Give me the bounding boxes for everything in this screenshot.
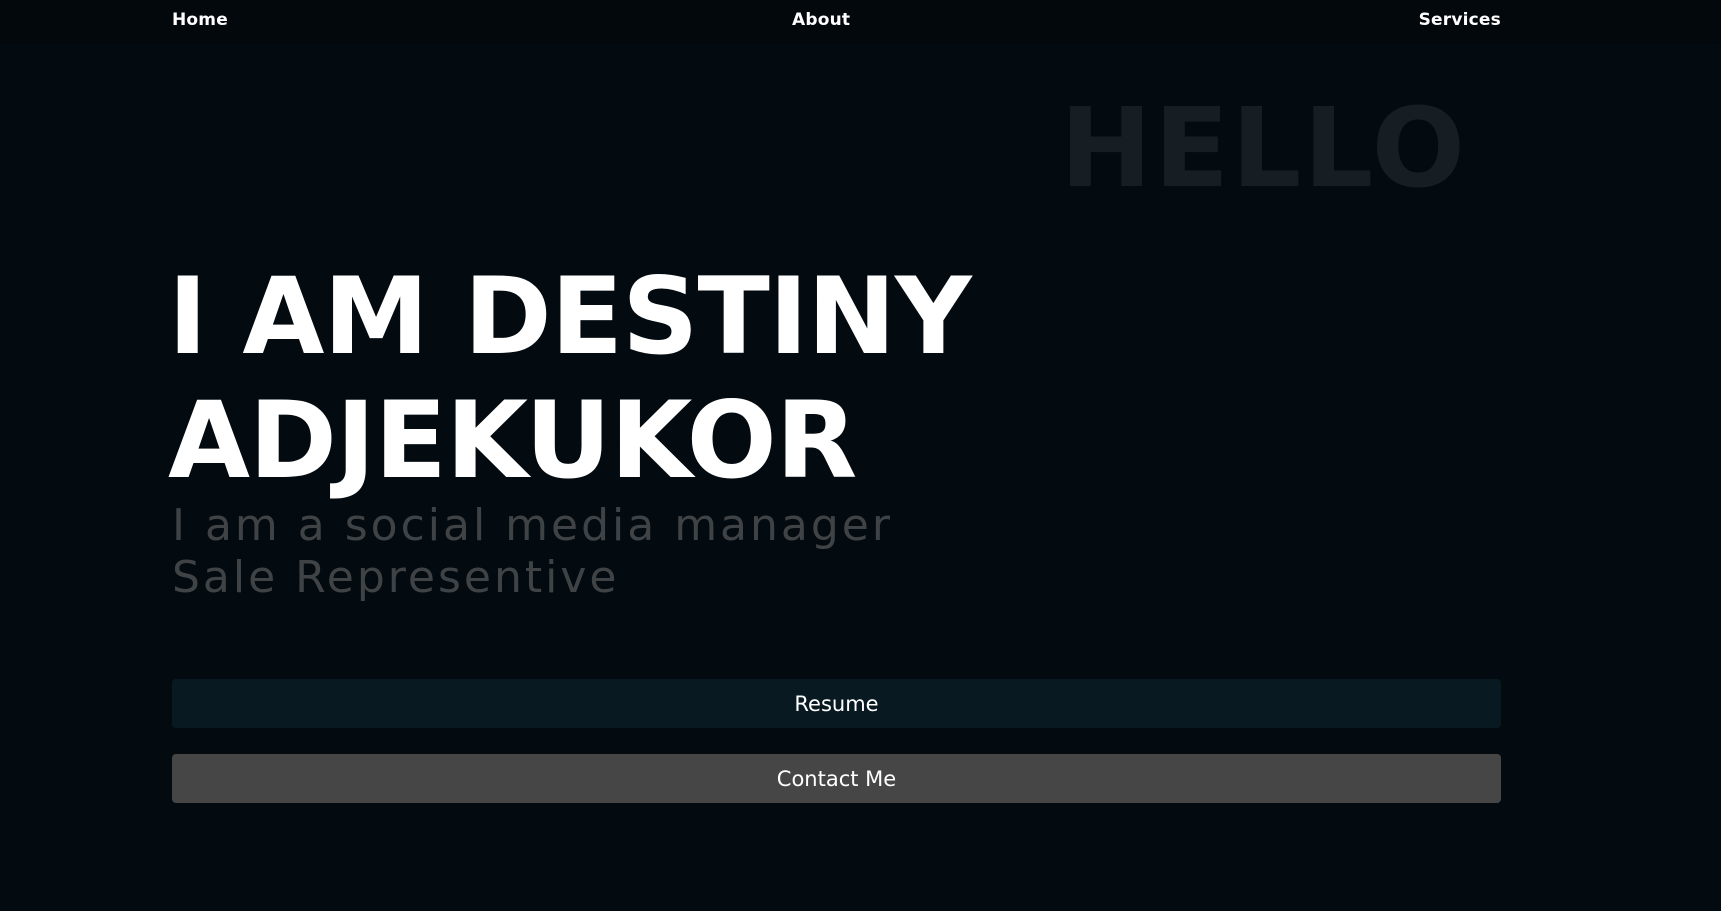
hero-title-line-1: I AM DESTINY	[168, 255, 972, 378]
top-navigation: Home About Services	[0, 0, 1721, 44]
hello-background-text: HELLO	[1060, 84, 1467, 212]
hero-subtitle: I am a social media manager Sale Represe…	[172, 500, 893, 604]
hero-title-line-2: ADJEKUKOR	[168, 379, 857, 502]
nav-about-link[interactable]: About	[792, 10, 850, 30]
nav-services-link[interactable]: Services	[1419, 10, 1501, 30]
resume-button[interactable]: Resume	[172, 679, 1501, 728]
portfolio-page: Home About Services HELLO I AM DESTINY A…	[0, 0, 1721, 911]
hero-subtitle-line-1: I am a social media manager	[172, 500, 893, 551]
hero-subtitle-line-2: Sale Representive	[172, 552, 620, 603]
nav-home-link[interactable]: Home	[172, 10, 228, 30]
contact-me-button[interactable]: Contact Me	[172, 754, 1501, 803]
hero-title: I AM DESTINY ADJEKUKOR	[168, 255, 972, 503]
